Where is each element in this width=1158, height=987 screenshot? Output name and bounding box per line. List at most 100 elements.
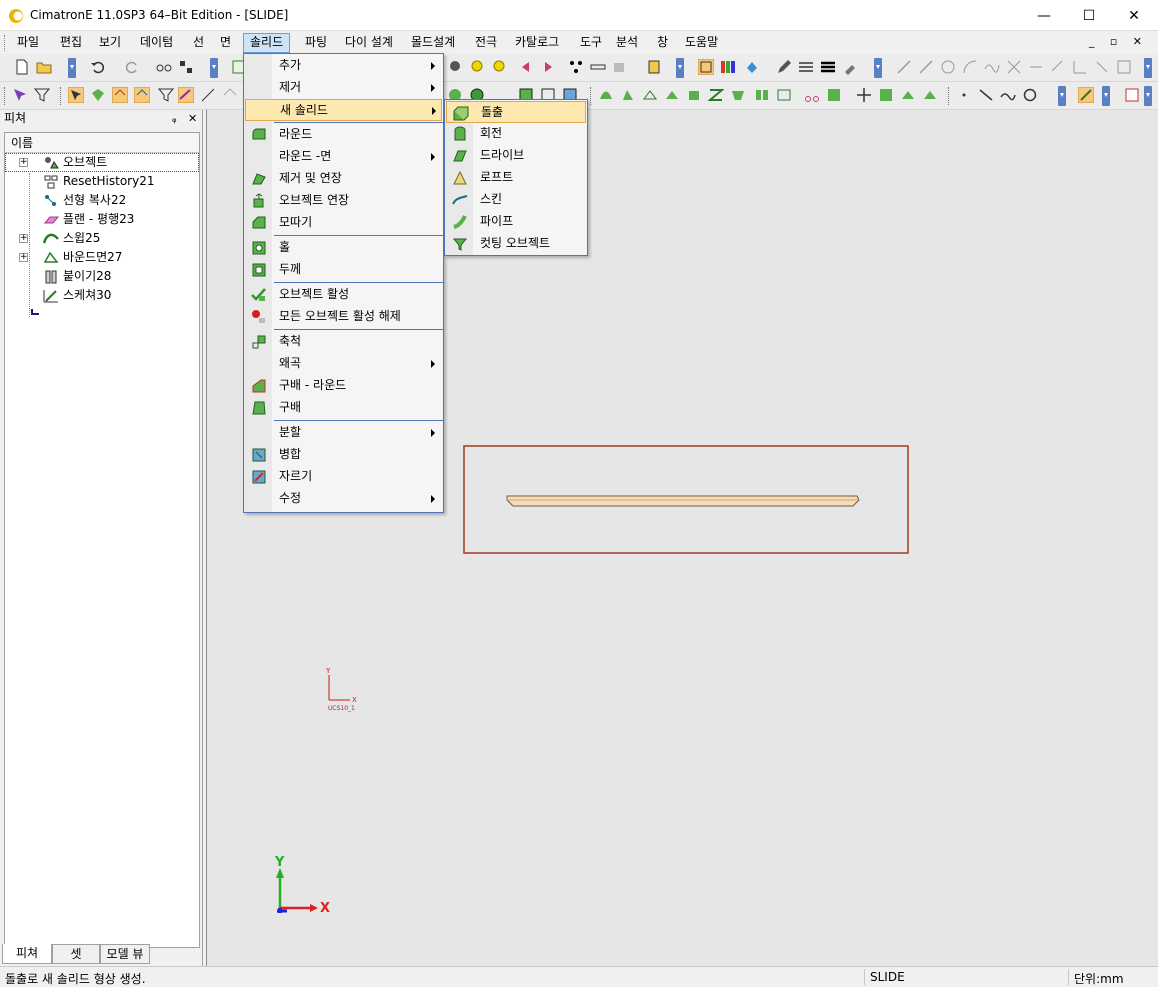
toolbar-overflow-button[interactable] <box>1144 58 1152 78</box>
merge-tool-icon[interactable] <box>826 87 842 103</box>
solid-menu-item[interactable]: 새 솔리드 <box>245 99 442 121</box>
minimize-button[interactable]: — <box>1021 0 1067 31</box>
tree-column-header[interactable]: 이름 <box>5 133 199 153</box>
ucs-marker[interactable]: Y X UCS10_1 <box>325 667 357 712</box>
stitch-icon[interactable] <box>754 87 770 103</box>
menu-9[interactable]: 몰드설계 <box>405 33 461 53</box>
array-icon[interactable] <box>922 87 938 103</box>
tree-item[interactable]: 선형 복사22 <box>5 191 199 210</box>
new-solid-item[interactable]: 파이프 <box>446 211 586 233</box>
menu-5[interactable]: 면 <box>214 33 237 53</box>
menu-15[interactable]: 도움말 <box>679 33 724 53</box>
circle-tool-icon[interactable] <box>940 59 956 75</box>
toolbar-overflow-button[interactable] <box>874 58 882 78</box>
solid-menu-item[interactable]: 제거 <box>245 77 442 99</box>
grid-select-icon[interactable] <box>698 59 714 75</box>
tree-item[interactable]: 플랜 - 평행23 <box>5 210 199 229</box>
toolbar-overflow-button[interactable] <box>1058 86 1066 106</box>
move-icon[interactable] <box>856 87 872 103</box>
solid-menu-item[interactable]: 홀 <box>245 237 442 259</box>
solid-menu-item[interactable]: 자르기 <box>245 466 442 488</box>
hierarchy-icon[interactable] <box>178 59 194 75</box>
new-solid-item[interactable]: 컷팅 오브젝트 <box>446 233 586 255</box>
toolbar-overflow-button[interactable] <box>676 58 684 78</box>
solid-menu-item[interactable]: 수정 <box>245 488 442 510</box>
z-tool-icon[interactable] <box>708 87 724 103</box>
line-tool-icon[interactable] <box>896 59 912 75</box>
menu-0[interactable]: 파일 <box>11 33 45 53</box>
solid-menu-item[interactable]: 구배 <box>245 397 442 419</box>
tree-item[interactable]: + 스윕25 <box>5 229 199 248</box>
tree-item[interactable]: 붙이기28 <box>5 267 199 286</box>
next-icon[interactable] <box>540 59 556 75</box>
paste-icon[interactable] <box>646 59 662 75</box>
solid-menu-item[interactable]: 추가 <box>245 55 442 77</box>
pin-button[interactable]: ᵩ <box>172 110 177 127</box>
toolbar-overflow-button[interactable] <box>1144 86 1152 106</box>
spline-tool-icon[interactable] <box>984 59 1000 75</box>
menu-12[interactable]: 도구 <box>574 33 608 53</box>
point-tool-icon[interactable] <box>956 87 972 103</box>
drape-tool-icon[interactable] <box>664 87 680 103</box>
tab-set[interactable]: 셋 <box>52 944 100 964</box>
menu-13[interactable]: 분석 <box>610 33 644 53</box>
frame-tool-icon[interactable] <box>1116 59 1132 75</box>
tree-item[interactable]: + 오브젝트 <box>5 153 199 172</box>
curve-draw-icon[interactable] <box>1000 87 1016 103</box>
color-palette-icon[interactable] <box>720 59 736 75</box>
new-solid-item[interactable]: 스킨 <box>446 189 586 211</box>
open-folder-icon[interactable] <box>36 59 52 75</box>
pick-filter-icon[interactable] <box>158 87 174 103</box>
menu-2[interactable]: 보기 <box>93 33 127 53</box>
mirror-icon[interactable] <box>900 87 916 103</box>
transform-icon[interactable] <box>612 59 628 75</box>
blend-tool-icon[interactable] <box>642 87 658 103</box>
solid-menu-item[interactable]: 오브젝트 활성 <box>245 284 442 306</box>
bulb-icon[interactable] <box>469 59 485 75</box>
redo-icon[interactable] <box>124 59 140 75</box>
pick-edge-icon[interactable] <box>112 87 128 103</box>
solid-menu-item[interactable]: 두께 <box>245 259 442 281</box>
new-solid-item[interactable]: 로프트 <box>446 167 586 189</box>
tab-model-view[interactable]: 모델 뷰 <box>100 944 150 964</box>
split-face-icon[interactable] <box>776 87 792 103</box>
new-solid-item[interactable]: 드라이브 <box>446 145 586 167</box>
circle-draw-icon[interactable] <box>1022 87 1038 103</box>
solid-menu-item[interactable]: 축척 <box>245 331 442 353</box>
menu-3[interactable]: 데이텀 <box>134 33 179 53</box>
solid-menu-item[interactable]: 라운드 -면 <box>245 146 442 168</box>
mdi-window-controls[interactable]: _ ▫ ✕ <box>1089 35 1148 48</box>
tree-expand-button[interactable]: + <box>19 253 28 262</box>
panel-close-button[interactable]: ✕ <box>188 110 197 127</box>
tree-expand-button[interactable]: + <box>19 158 28 167</box>
copy-transform-icon[interactable] <box>878 87 894 103</box>
project-tool-icon[interactable] <box>1094 59 1110 75</box>
revolve-tool-icon[interactable] <box>620 87 636 103</box>
trim-tool-icon[interactable] <box>1006 59 1022 75</box>
pick-face-icon[interactable] <box>90 87 106 103</box>
glasses-icon[interactable] <box>156 59 172 75</box>
bulb-off-icon[interactable] <box>491 59 507 75</box>
select-filter-icon[interactable] <box>12 87 28 103</box>
solid-menu-item[interactable]: 병합 <box>245 444 442 466</box>
offset-tool-icon[interactable] <box>1050 59 1066 75</box>
pick-surface-icon[interactable] <box>222 87 238 103</box>
toolbar-overflow-button[interactable] <box>68 58 76 78</box>
pick-object-icon[interactable] <box>134 87 150 103</box>
sketcher-tool-icon[interactable] <box>1078 87 1094 103</box>
tree-item[interactable]: ResetHistory21 <box>5 172 199 191</box>
filter-icon[interactable] <box>34 87 50 103</box>
slide-part[interactable] <box>507 496 859 506</box>
solid-menu-item[interactable]: 제거 및 연장 <box>245 168 442 190</box>
new-solid-item[interactable]: 회전 <box>446 123 586 145</box>
solid-menu-item[interactable]: 모따기 <box>245 212 442 234</box>
pen-icon[interactable] <box>776 59 792 75</box>
menu-8[interactable]: 다이 설계 <box>339 33 399 53</box>
toolbar-overflow-button[interactable] <box>1102 86 1110 106</box>
menu-10[interactable]: 전극 <box>469 33 503 53</box>
close-button[interactable]: ✕ <box>1111 0 1157 31</box>
box-tool-icon[interactable] <box>686 87 702 103</box>
solid-menu-item[interactable]: 왜곡 <box>245 353 442 375</box>
solid-menu-item[interactable]: 오브젝트 연장 <box>245 190 442 212</box>
solid-menu-item[interactable]: 모든 오브젝트 활성 해제 <box>245 306 442 328</box>
